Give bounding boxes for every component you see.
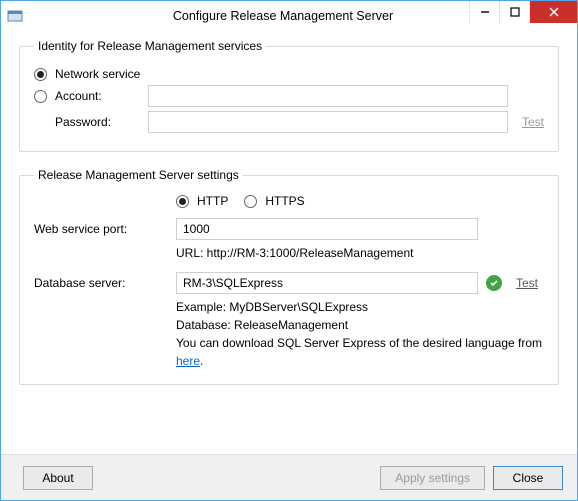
password-row: Password: Test [34,111,544,133]
identity-test-link[interactable]: Test [518,115,544,129]
maximize-button[interactable] [499,1,529,23]
https-label: HTTPS [265,194,304,208]
download-pre: You can download SQL Server Express of t… [176,336,542,350]
app-window: Configure Release Management Server Iden… [0,0,578,501]
account-label: Account: [55,89,148,103]
password-input[interactable] [148,111,508,133]
network-service-radio[interactable] [34,68,47,81]
port-row: Web service port: [34,218,544,240]
identity-group: Identity for Release Management services… [19,39,559,152]
footer: About Apply settings Close [1,454,577,500]
http-label: HTTP [197,194,228,208]
port-label: Web service port: [34,222,176,236]
close-window-button[interactable] [529,1,577,23]
server-settings-group: Release Management Server settings HTTP … [19,168,559,385]
download-post: . [200,354,203,368]
server-legend: Release Management Server settings [34,168,243,182]
http-radio[interactable] [176,195,189,208]
db-example-line: Example: MyDBServer\SQLExpress [176,298,544,316]
titlebar: Configure Release Management Server [1,1,577,31]
identity-legend: Identity for Release Management services [34,39,266,53]
account-radio[interactable] [34,90,47,103]
account-input[interactable] [148,85,508,107]
content-area: Identity for Release Management services… [1,31,577,454]
close-button[interactable]: Close [493,466,563,490]
url-line: URL: http://RM-3:1000/ReleaseManagement [176,244,544,262]
about-button[interactable]: About [23,466,93,490]
download-line: You can download SQL Server Express of t… [176,334,544,370]
https-radio[interactable] [244,195,257,208]
protocol-row: HTTP HTTPS [176,194,544,208]
db-input[interactable] [176,272,478,294]
app-icon [7,8,23,24]
window-controls [469,1,577,23]
db-label: Database server: [34,276,176,290]
network-service-row[interactable]: Network service [34,67,544,81]
port-input[interactable] [176,218,478,240]
account-row: Account: [34,85,544,107]
db-row: Database server: Test [34,272,544,294]
db-test-link[interactable]: Test [512,276,538,290]
check-icon [486,275,502,291]
minimize-button[interactable] [469,1,499,23]
db-name-line: Database: ReleaseManagement [176,316,544,334]
network-service-label: Network service [55,67,140,81]
http-option[interactable]: HTTP [176,194,228,208]
https-option[interactable]: HTTPS [244,194,304,208]
password-label: Password: [55,115,148,129]
apply-settings-button[interactable]: Apply settings [380,466,485,490]
download-here-link[interactable]: here [176,354,200,368]
